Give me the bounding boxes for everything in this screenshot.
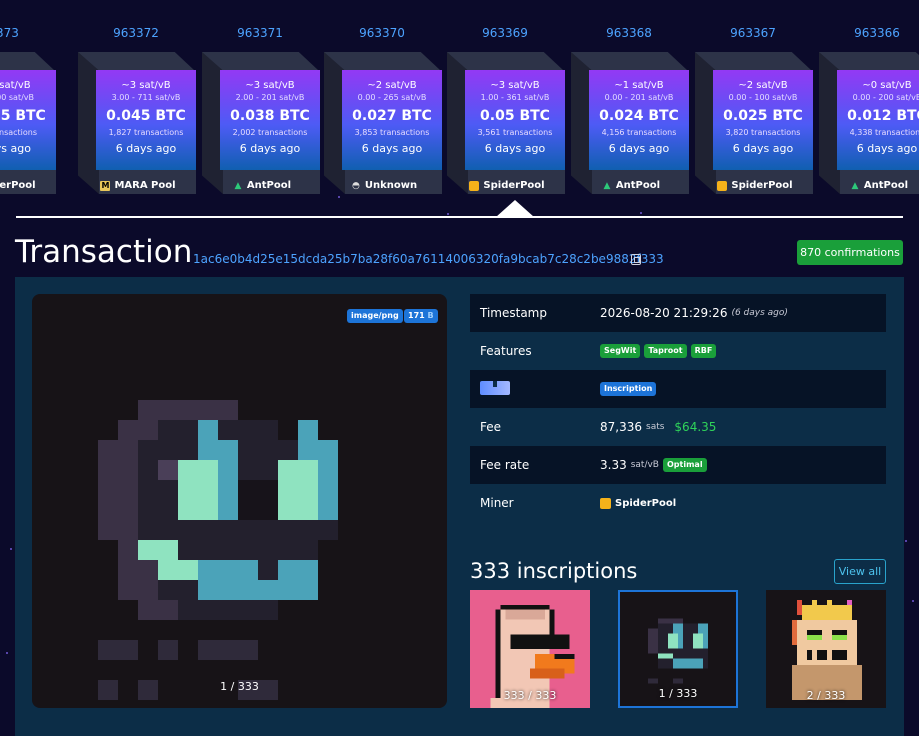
- details-table: Timestamp 2026-08-20 21:29:26 (6 days ago…: [470, 294, 886, 522]
- inscription-preview[interactable]: image/png 171 B 1 / 333: [32, 294, 447, 708]
- inscription-thumb[interactable]: 333 / 333: [470, 590, 590, 708]
- block-height[interactable]: 963366: [827, 26, 919, 40]
- block-card[interactable]: 963366 ~0 sat/vB 0.00 - 200 sat/vB 0.012…: [819, 24, 919, 196]
- block-pool[interactable]: M MARA Pool: [92, 180, 184, 191]
- confirmations-badge: 870 confirmations: [797, 240, 903, 265]
- block-face[interactable]: ~0 sat/vB 0.00 - 200 sat/vB 0.012 BTC 4,…: [837, 70, 919, 170]
- mime-badge: image/png: [347, 309, 403, 323]
- crowned-skull-pixel-art-image: [792, 600, 862, 700]
- spider-icon: [600, 497, 611, 509]
- unknown-icon: ◓: [351, 180, 360, 191]
- pixel-art-image: [98, 400, 338, 700]
- block-pool[interactable]: SpiderPool: [0, 180, 44, 191]
- block-height[interactable]: 963371: [210, 26, 310, 40]
- spider-icon: [717, 180, 728, 191]
- block-height[interactable]: 963373: [0, 26, 46, 40]
- row-timestamp: Timestamp 2026-08-20 21:29:26 (6 days ago…: [470, 294, 886, 332]
- block-card-selected[interactable]: 963369 ~3 sat/vB 1.00 - 361 sat/vB 0.05 …: [447, 24, 571, 196]
- inscription-badge[interactable]: Inscription: [600, 382, 657, 396]
- view-all-button[interactable]: View all: [834, 559, 886, 584]
- size-badge: 171 B: [404, 309, 438, 323]
- fee-value: 87,336: [600, 420, 642, 434]
- inscription-thumb-selected[interactable]: 1 / 333: [618, 590, 738, 708]
- row-fee: Fee 87,336 sats $64.35: [480, 420, 717, 434]
- txid-link[interactable]: 1ac6e0b4d25e15dcda25b7ba28f60a7611400632…: [193, 252, 664, 266]
- block-face[interactable]: ~1 sat/vB 0 - 100 sat/vB 0.025 BTC 20 tr…: [0, 70, 56, 170]
- block-height[interactable]: 963368: [579, 26, 679, 40]
- row-inscription: Inscription: [470, 370, 886, 408]
- ant-icon: ▲: [234, 180, 242, 191]
- spider-icon: [469, 180, 480, 191]
- selected-block-arrow: [496, 200, 534, 217]
- skull-pixel-art-image: [648, 618, 708, 684]
- block-card[interactable]: 963367 ~2 sat/vB 0.00 - 100 sat/vB 0.025…: [695, 24, 819, 196]
- block-pool[interactable]: ◓ Unknown: [338, 180, 430, 191]
- inscriptions-heading: 333 inscriptions: [470, 559, 638, 583]
- page-title: Transaction: [15, 234, 193, 270]
- preview-counter: 1 / 333: [220, 680, 259, 693]
- block-pool[interactable]: ▲ AntPool: [585, 180, 677, 191]
- block-card[interactable]: 963372 ~3 sat/vB 3.00 - 711 sat/vB 0.045…: [78, 24, 202, 196]
- block-height[interactable]: 963372: [86, 26, 186, 40]
- copy-icon[interactable]: [631, 254, 641, 265]
- block-face[interactable]: ~2 sat/vB 0.00 - 265 sat/vB 0.027 BTC 3,…: [342, 70, 442, 170]
- block-face[interactable]: ~3 sat/vB 2.00 - 201 sat/vB 0.038 BTC 2,…: [220, 70, 320, 170]
- block-card[interactable]: 963373 ~1 sat/vB 0 - 100 sat/vB 0.025 BT…: [0, 24, 62, 196]
- optimal-badge: Optimal: [662, 458, 707, 472]
- block-card[interactable]: 963370 ~2 sat/vB 0.00 - 265 sat/vB 0.027…: [324, 24, 448, 196]
- block-pool[interactable]: SpiderPool: [709, 180, 801, 191]
- timestamp-value: 2026-08-20 21:29:26: [600, 306, 728, 320]
- inscription-thumb[interactable]: 2 / 333: [766, 590, 886, 708]
- block-height[interactable]: 963370: [332, 26, 432, 40]
- block-pool[interactable]: ▲ AntPool: [216, 180, 308, 191]
- feature-badge-taproot[interactable]: Taproot: [644, 344, 687, 358]
- fee-usd: $64.35: [674, 420, 717, 434]
- ant-icon: ▲: [603, 180, 611, 191]
- row-features: Features SegWit Taproot RBF: [470, 332, 886, 370]
- miner-link[interactable]: SpiderPool: [615, 498, 676, 509]
- blockchain-strip: 963373 ~1 sat/vB 0 - 100 sat/vB 0.025 BT…: [0, 0, 919, 200]
- feature-badge-rbf[interactable]: RBF: [690, 344, 717, 358]
- feerate-value: 3.33: [600, 458, 627, 472]
- row-feerate: Fee rate 3.33 sat/vB Optimal: [470, 446, 886, 484]
- block-face[interactable]: ~1 sat/vB 0.00 - 201 sat/vB 0.024 BTC 4,…: [589, 70, 689, 170]
- block-pool[interactable]: SpiderPool: [461, 180, 553, 191]
- feature-badge-segwit[interactable]: SegWit: [600, 344, 641, 358]
- block-card[interactable]: 963371 ~3 sat/vB 2.00 - 201 sat/vB 0.038…: [202, 24, 326, 196]
- divider: [16, 216, 903, 218]
- block-card[interactable]: 963368 ~1 sat/vB 0.00 - 201 sat/vB 0.024…: [571, 24, 695, 196]
- mara-icon: M: [100, 180, 111, 191]
- block-pool[interactable]: ▲ AntPool: [833, 180, 919, 191]
- ant-icon: ▲: [851, 180, 859, 191]
- block-height[interactable]: 963369: [455, 26, 555, 40]
- block-height[interactable]: 963367: [703, 26, 803, 40]
- block-face[interactable]: ~3 sat/vB 1.00 - 361 sat/vB 0.05 BTC 3,5…: [465, 70, 565, 170]
- block-face[interactable]: ~3 sat/vB 3.00 - 711 sat/vB 0.045 BTC 1,…: [96, 70, 196, 170]
- ordinals-glasses-icon: [480, 380, 510, 395]
- row-miner: Miner SpiderPool: [480, 496, 677, 510]
- block-face[interactable]: ~2 sat/vB 0.00 - 100 sat/vB 0.025 BTC 3,…: [713, 70, 813, 170]
